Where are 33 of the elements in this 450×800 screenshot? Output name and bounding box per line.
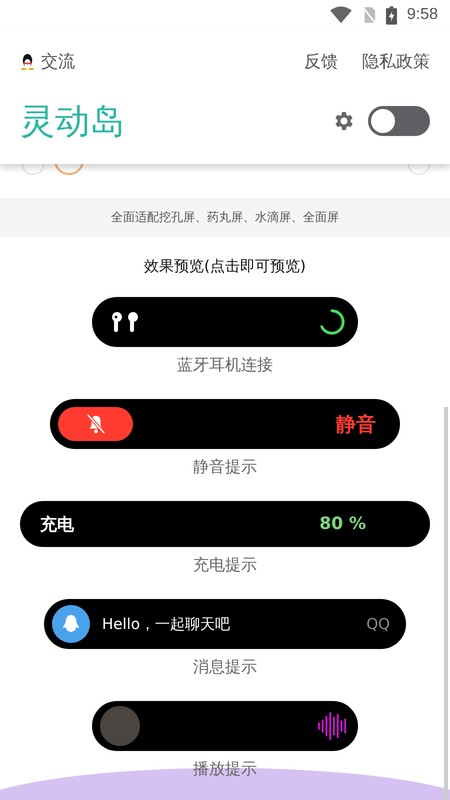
battery-percent: 80 % — [319, 514, 366, 534]
preview-title: 效果预览(点击即可预览) — [143, 257, 307, 277]
island-preview[interactable] — [92, 297, 358, 347]
app-title: 灵动岛 — [20, 100, 126, 144]
sound-wave-icon — [318, 710, 348, 742]
enable-switch[interactable] — [368, 106, 430, 136]
charge-text: 充电 — [40, 514, 74, 536]
preview-label: 充电提示 — [193, 555, 257, 575]
status-time: 9:58 — [406, 6, 438, 24]
community-link[interactable]: 交流 — [20, 50, 75, 72]
app-name: QQ — [366, 615, 390, 633]
preview-label: 消息提示 — [193, 657, 257, 677]
island-preview[interactable]: 充电 80 % — [20, 501, 430, 547]
header-link[interactable]: 反馈 — [304, 50, 338, 72]
wifi-icon — [330, 6, 352, 24]
preview-label: 播放提示 — [193, 759, 257, 779]
bell-off-icon — [84, 413, 106, 435]
preview-label: 蓝牙耳机连接 — [177, 355, 273, 375]
loading-ring-icon — [318, 308, 346, 336]
album-cover-placeholder — [100, 706, 140, 746]
battery-charging-icon — [386, 6, 397, 24]
island-preview[interactable] — [92, 701, 358, 751]
message-text: Hello，一起聊天吧 — [102, 614, 230, 634]
mute-text: 静音 — [336, 410, 376, 438]
island-preview[interactable]: Hello，一起聊天吧 QQ — [44, 599, 406, 649]
island-preview[interactable]: 静音 — [50, 399, 400, 449]
scrollbar[interactable] — [444, 407, 448, 800]
header-link[interactable]: 隐私政策 — [362, 50, 430, 72]
notice-text: 全面适配挖孔屏、药丸屏、水滴屏、全面屏 — [0, 198, 450, 237]
penguin-icon — [62, 614, 80, 634]
preview-label: 静音提示 — [193, 457, 257, 477]
penguin-icon — [20, 52, 35, 70]
no-sim-icon — [362, 6, 376, 24]
